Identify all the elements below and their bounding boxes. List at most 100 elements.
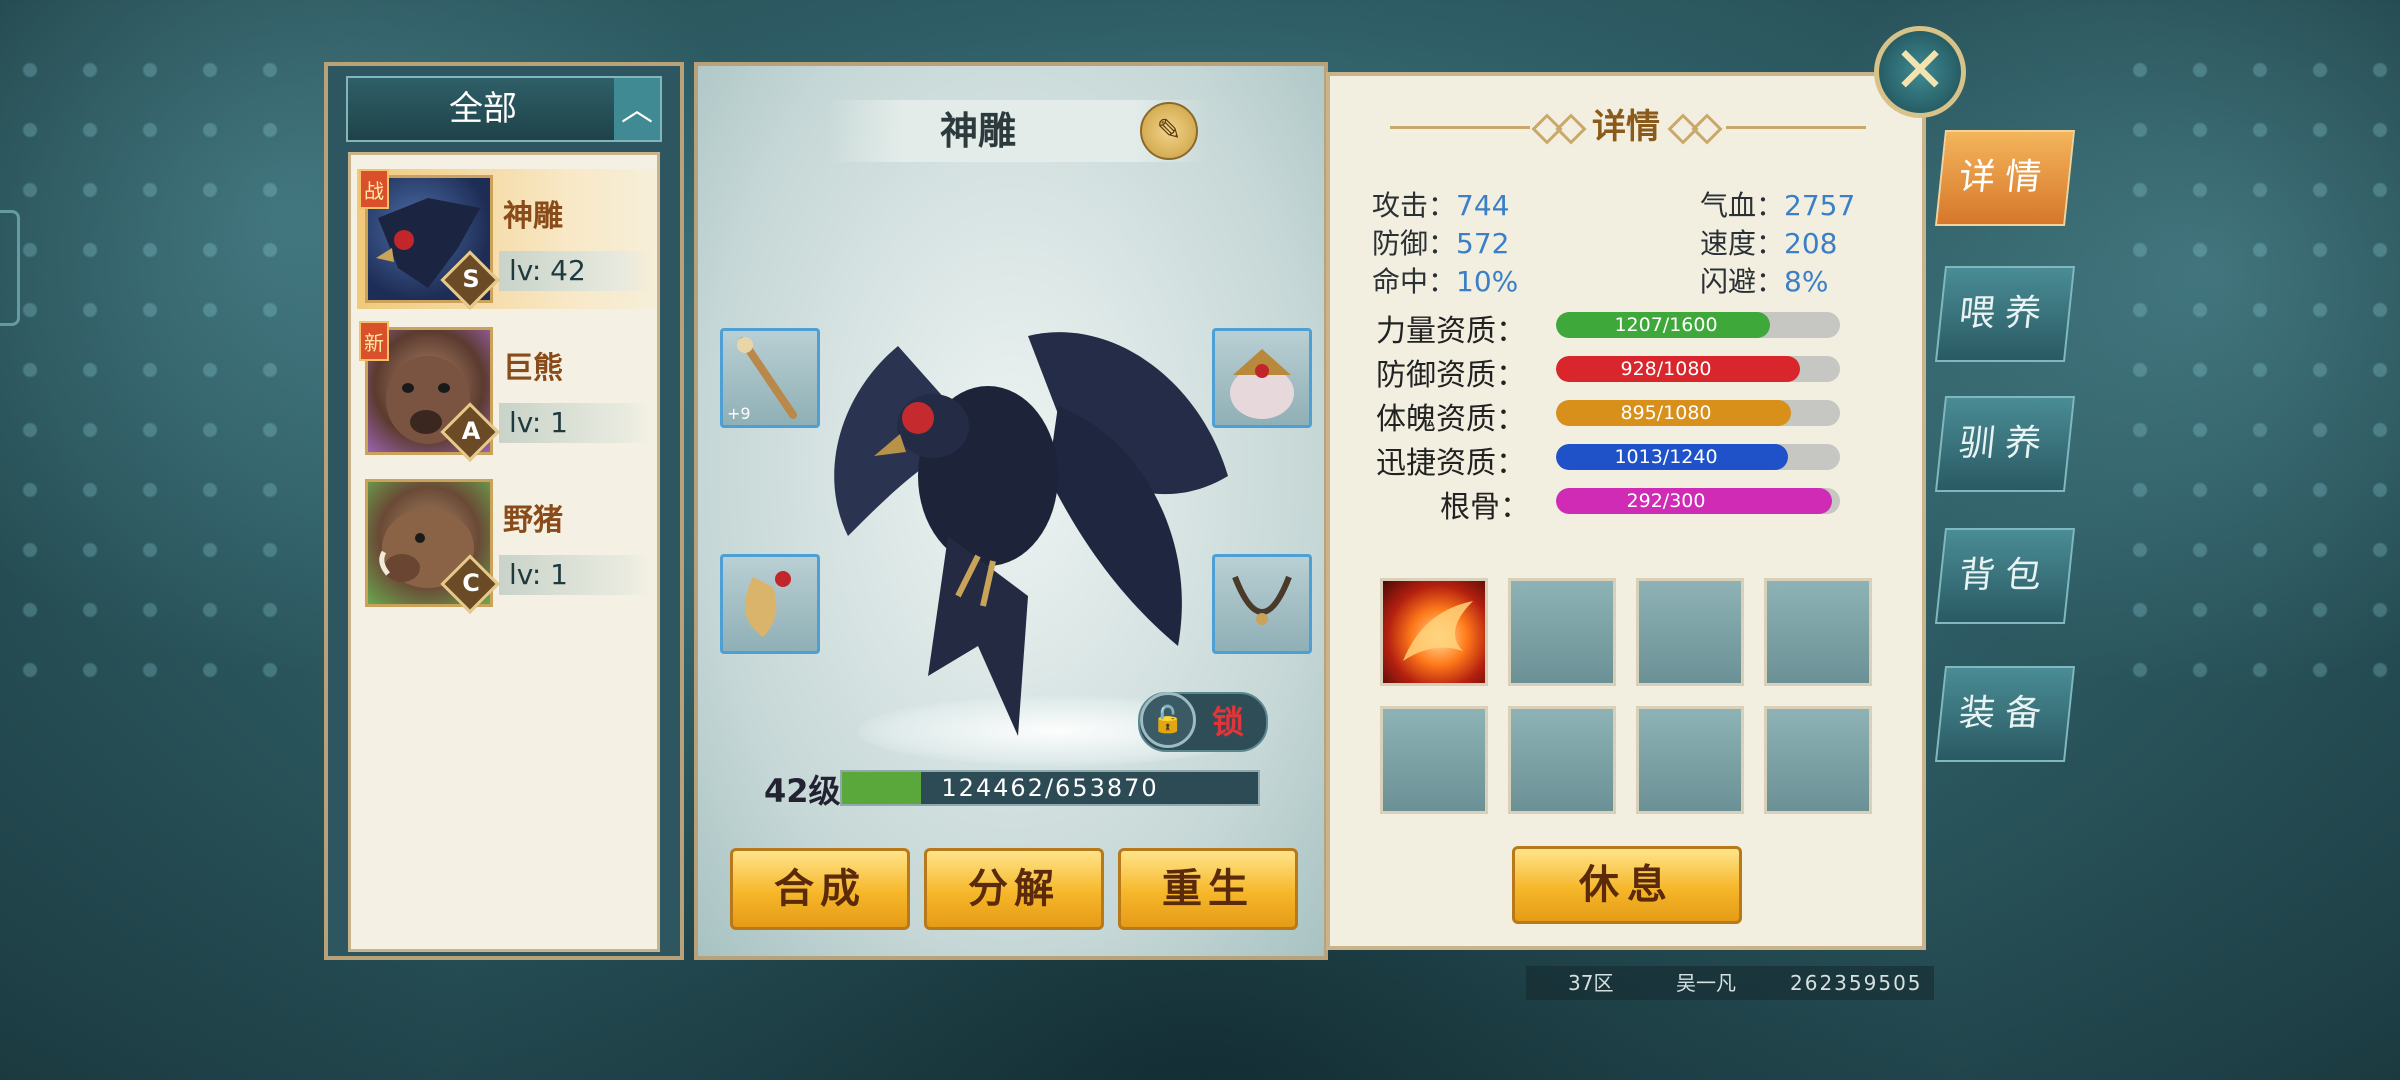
close-icon[interactable]: ✕ <box>1874 26 1966 118</box>
stat-hp: 气血：2757 <box>1700 184 1855 224</box>
aptitude-value: 895/1080 <box>1620 402 1712 424</box>
player-id: 262359505 <box>1790 971 1923 995</box>
exp-text: 124462/653870 <box>941 774 1159 802</box>
pet-name: 神雕 <box>503 199 563 234</box>
left-edge-ornament <box>0 210 20 326</box>
stat-value: 208 <box>1784 227 1838 260</box>
stat-attack: 攻击：744 <box>1372 184 1509 224</box>
detail-header: 详情 <box>1330 102 1930 152</box>
aptitude-label: 根骨： <box>1440 490 1530 525</box>
aptitude-bar: 1207/1600 <box>1556 312 1840 338</box>
stat-defense: 防御：572 <box>1372 222 1509 262</box>
claw-icon <box>745 571 791 637</box>
tab-equipment[interactable]: 装备 <box>1934 666 2076 762</box>
header-divider-right <box>1726 126 1866 129</box>
pet-list: 战 神雕 lv: 42 S 新 巨熊 lv: 1 A 野猪 lv: 1 C <box>348 152 660 952</box>
stat-label: 防御： <box>1372 227 1457 260</box>
pet-level: lv: 1 <box>499 403 653 443</box>
server-label: 37区 <box>1568 971 1614 995</box>
aptitude-bar: 895/1080 <box>1556 400 1840 426</box>
edit-name-icon[interactable]: ✎ <box>1140 102 1198 160</box>
stat-value: 572 <box>1456 227 1510 260</box>
stat-value: 8% <box>1784 265 1829 298</box>
equip-slot-necklace[interactable] <box>1212 554 1312 654</box>
pet-level-text: 42级 <box>764 772 841 810</box>
pet-level: lv: 1 <box>499 555 653 595</box>
skill-slot-empty[interactable] <box>1508 706 1616 814</box>
tab-details[interactable]: 详情 <box>1934 130 2076 226</box>
pet-level: lv: 42 <box>499 251 653 291</box>
filter-label: 全部 <box>449 89 517 129</box>
background-pattern-left <box>0 40 300 680</box>
skill-slot-empty[interactable] <box>1764 706 1872 814</box>
aptitude-label: 力量资质： <box>1376 314 1526 349</box>
equip-slot-claw[interactable] <box>720 554 820 654</box>
lock-icon: 🔓 <box>1140 692 1196 748</box>
chevron-up-icon[interactable]: ︿ <box>614 78 660 140</box>
grade-letter: A <box>461 417 481 445</box>
aptitude-value: 1207/1600 <box>1614 314 1718 336</box>
decompose-button[interactable]: 分解 <box>924 848 1104 930</box>
aptitude-bar: 928/1080 <box>1556 356 1840 382</box>
pet-name: 野猪 <box>503 503 563 538</box>
lock-toggle[interactable]: 🔓 锁 <box>1138 692 1268 752</box>
skill-slot-empty[interactable] <box>1636 706 1744 814</box>
stat-hit: 命中：10% <box>1372 260 1518 300</box>
pet-title: 神雕 <box>939 109 1016 153</box>
grade-letter: C <box>462 569 480 597</box>
pet-model <box>778 176 1258 776</box>
lock-label: 锁 <box>1212 703 1245 741</box>
skill-slot-empty[interactable] <box>1508 578 1616 686</box>
pet-list-item-boar[interactable]: 野猪 lv: 1 C <box>357 473 657 614</box>
tab-feed[interactable]: 喂养 <box>1934 266 2076 362</box>
aptitude-bar: 1013/1240 <box>1556 444 1840 470</box>
pet-list-item-bear[interactable]: 新 巨熊 lv: 1 A <box>357 321 657 462</box>
aptitude-label: 体魄资质： <box>1376 402 1526 437</box>
exp-bar: 124462/653870 <box>840 770 1260 806</box>
aptitude-label: 防御资质： <box>1376 358 1526 393</box>
aptitude-bar: 292/300 <box>1556 488 1840 514</box>
tab-bag[interactable]: 背包 <box>1934 528 2076 624</box>
tab-train[interactable]: 驯养 <box>1934 396 2076 492</box>
stat-dodge: 闪避：8% <box>1700 260 1828 300</box>
pet-list-panel: 全部 ︿ 战 神雕 lv: 42 S 新 巨熊 lv: 1 A 野猪 lv: 1… <box>324 62 684 960</box>
stat-value: 2757 <box>1784 189 1856 222</box>
pet-list-item-eagle[interactable]: 战 神雕 lv: 42 S <box>357 169 657 310</box>
stat-value: 744 <box>1456 189 1510 222</box>
stat-value: 10% <box>1456 265 1519 298</box>
aptitude-label: 迅捷资质： <box>1376 446 1526 481</box>
skill-slot-empty[interactable] <box>1636 578 1744 686</box>
rest-button[interactable]: 休息 <box>1512 846 1742 924</box>
combine-button[interactable]: 合成 <box>730 848 910 930</box>
stat-label: 攻击： <box>1372 189 1457 222</box>
skill-slot-empty[interactable] <box>1764 578 1872 686</box>
skill-slot-empty[interactable] <box>1380 706 1488 814</box>
helmet-icon <box>1230 349 1294 419</box>
filter-dropdown[interactable]: 全部 ︿ <box>346 76 662 142</box>
new-tag: 新 <box>359 321 389 361</box>
player-name: 吴一凡 <box>1676 971 1736 995</box>
detail-panel: 详情 攻击：744 气血：2757 防御：572 速度：208 命中：10% 闪… <box>1326 72 1926 950</box>
stat-label: 气血： <box>1700 189 1785 222</box>
battle-tag: 战 <box>359 169 389 209</box>
phoenix-flame-icon <box>1403 601 1473 661</box>
equip-slot-helmet[interactable] <box>1212 328 1312 428</box>
enhance-level: +9 <box>727 404 751 423</box>
eagle-illustration <box>834 332 1228 736</box>
grade-letter: S <box>462 265 480 293</box>
equip-slot-weapon[interactable]: +9 <box>720 328 820 428</box>
aptitude-value: 1013/1240 <box>1614 446 1718 468</box>
stat-label: 闪避： <box>1700 265 1785 298</box>
stat-label: 命中： <box>1372 265 1457 298</box>
skill-slot-fire-phoenix[interactable] <box>1380 578 1488 686</box>
pet-name: 巨熊 <box>503 351 563 386</box>
stat-label: 速度： <box>1700 227 1785 260</box>
background-pattern-right <box>2110 40 2400 680</box>
aptitude-value: 292/300 <box>1626 490 1706 512</box>
aptitude-value: 928/1080 <box>1620 358 1712 380</box>
rebirth-button[interactable]: 重生 <box>1118 848 1298 930</box>
pet-view-panel: 神雕 ✎ +9 🔓 锁 42级 124462/653870 合成 分解 重生 <box>694 62 1328 960</box>
player-info-bar: 37区 吴一凡 262359505 <box>1526 966 1934 1000</box>
stat-speed: 速度：208 <box>1700 222 1837 262</box>
necklace-icon <box>1232 575 1292 625</box>
